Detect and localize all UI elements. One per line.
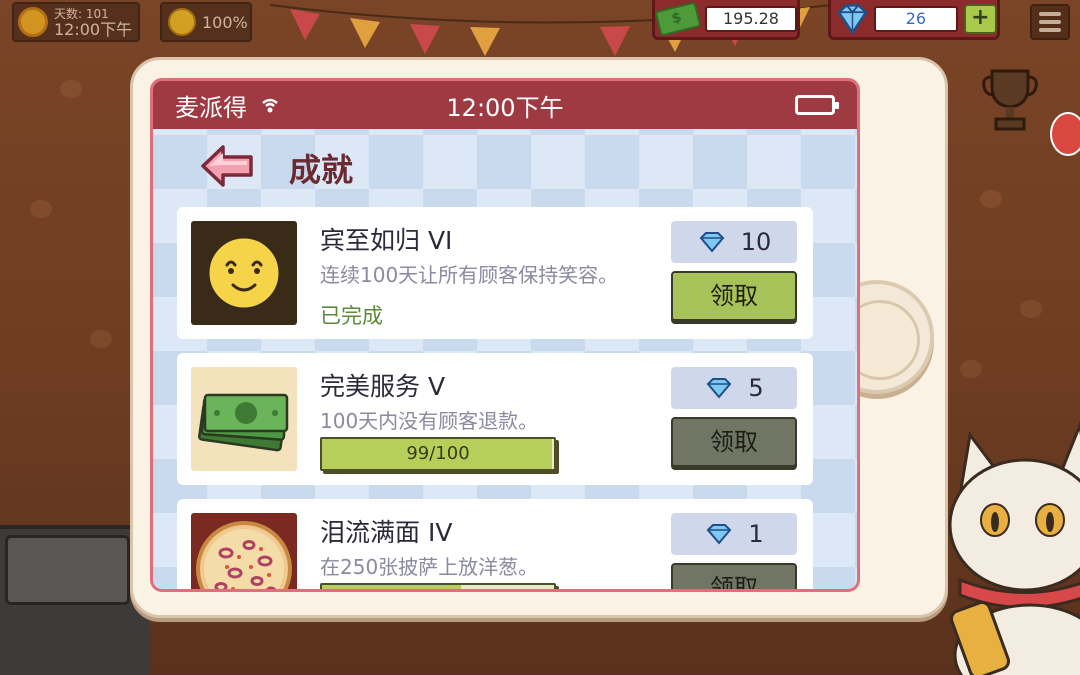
claim-button[interactable]: 领取 (671, 417, 797, 467)
achievement-description: 连续100天让所有顾客保持笑容。 (320, 263, 619, 287)
back-arrow-icon[interactable] (199, 143, 255, 189)
achievement-description: 在250张披萨上放洋葱。 (320, 555, 539, 579)
gem-reward: 10 (671, 221, 797, 263)
achievement-name: 宾至如归 VI (320, 226, 453, 255)
gem-display: 26 + (828, 0, 1000, 40)
lucky-cat-decoration (948, 420, 1080, 675)
hamburger-icon (1039, 12, 1061, 16)
status-bar: 麦派得 12:00下午 (153, 81, 857, 129)
carrier-name: 麦派得 (175, 93, 247, 122)
money-display: 195.28 (652, 0, 800, 40)
wifi-icon (262, 98, 278, 113)
pizza-icon (191, 513, 297, 589)
sun-icon (18, 7, 48, 37)
achievement-progress-bar: 99/100 (320, 437, 556, 471)
achievement-name: 泪流满面 IV (320, 518, 453, 547)
money-stack-icon (191, 367, 297, 471)
customer-mood-indicator: 100% (160, 2, 252, 42)
cash-icon (654, 0, 702, 37)
page-title: 成就 (289, 151, 354, 189)
cash-register (5, 535, 130, 605)
trophy-icon (982, 69, 1038, 131)
menu-button[interactable] (1030, 4, 1070, 40)
achievement-progress-bar (320, 583, 556, 589)
smiley-face-icon (191, 221, 297, 325)
game-time: 12:00下午 (54, 20, 133, 39)
gem-reward: 5 (671, 367, 797, 409)
progress-fill (322, 585, 462, 589)
gem-reward: 1 (671, 513, 797, 555)
reward-amount: 10 (740, 228, 772, 256)
claim-button[interactable]: 领取 (671, 563, 797, 589)
diamond-icon (707, 524, 732, 545)
achievement-name: 完美服务 V (320, 372, 446, 401)
money-value: 195.28 (705, 5, 797, 32)
day-time-indicator: 天数: 101 12:00下午 (12, 2, 140, 42)
mood-percent: 100% (202, 12, 248, 32)
achievement-card: 泪流满面 IV 在250张披萨上放洋葱。 1 领取 (177, 499, 813, 589)
notification-badge (1050, 112, 1080, 156)
page-header: 成就 (153, 129, 857, 204)
battery-icon (795, 95, 839, 115)
progress-text: 99/100 (406, 443, 470, 464)
achievement-description: 100天内没有顾客退款。 (320, 409, 539, 433)
buy-gems-button[interactable]: + (963, 3, 997, 34)
reward-amount: 5 (748, 374, 764, 402)
claim-button[interactable]: 领取 (671, 271, 797, 321)
achievement-card: 宾至如归 VI 连续100天让所有顾客保持笑容。 已完成 10 领取 (177, 207, 813, 339)
smiley-icon (168, 8, 196, 36)
achievement-card: 完美服务 V 100天内没有顾客退款。 99/100 5 领取 (177, 353, 813, 485)
tablet-screen: 麦派得 12:00下午 成就 宾至如归 VI 连续100天让所有顾客保持笑容。 … (150, 78, 860, 592)
reward-amount: 1 (748, 520, 764, 548)
diamond-icon (837, 3, 868, 35)
achievement-status: 已完成 (320, 304, 383, 328)
diamond-icon (707, 378, 732, 399)
gem-value: 26 (873, 5, 958, 32)
diamond-icon (699, 232, 725, 253)
status-clock: 12:00下午 (446, 93, 564, 122)
